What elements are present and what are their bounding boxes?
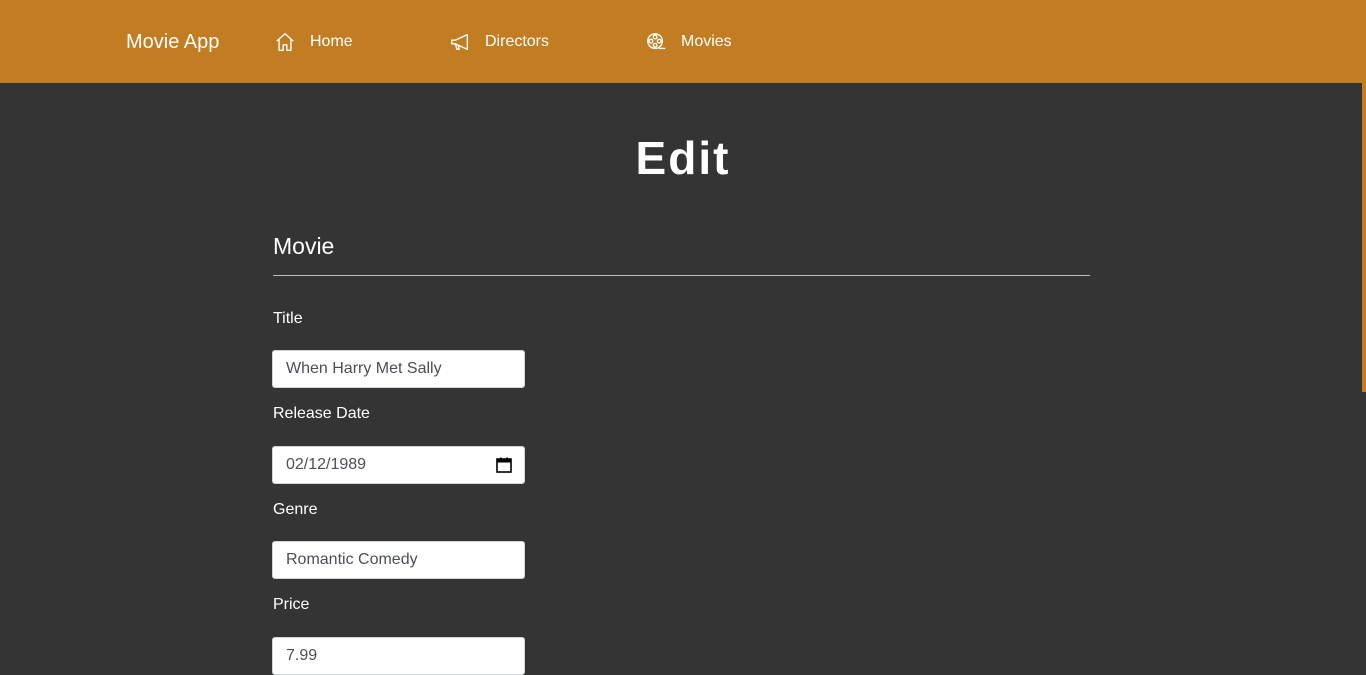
nav-item-movies[interactable]: Movies — [644, 29, 732, 55]
title-label: Title — [273, 310, 303, 327]
release-date-label: Release Date — [273, 405, 370, 422]
nav-item-home[interactable]: Home — [273, 29, 353, 55]
calendar-icon[interactable] — [495, 456, 513, 474]
nav-label-home: Home — [310, 33, 353, 50]
nav-item-directors[interactable]: Directors — [448, 29, 549, 55]
top-navbar: Movie App Home Directors Movies — [0, 0, 1366, 83]
title-input-value: When Harry Met Sally — [286, 360, 442, 377]
brand-link[interactable]: Movie App — [126, 30, 219, 54]
genre-input-value: Romantic Comedy — [286, 551, 418, 568]
home-icon — [273, 30, 297, 54]
nav-label-movies: Movies — [681, 33, 732, 50]
section-title: Movie — [273, 233, 335, 259]
title-input[interactable]: When Harry Met Sally — [272, 350, 525, 388]
film-reel-icon — [644, 30, 668, 54]
release-date-input-value: 02/12/1989 — [286, 456, 367, 473]
price-label: Price — [273, 596, 310, 613]
genre-input[interactable]: Romantic Comedy — [272, 541, 525, 579]
price-input-value: 7.99 — [286, 647, 318, 664]
megaphone-icon — [448, 30, 472, 54]
release-date-input[interactable]: 02/12/1989 — [272, 446, 525, 484]
page-title: Edit — [635, 132, 731, 184]
genre-label: Genre — [273, 501, 318, 518]
price-input[interactable]: 7.99 — [272, 637, 525, 675]
nav-label-directors: Directors — [485, 33, 550, 50]
section-divider — [273, 275, 1090, 276]
